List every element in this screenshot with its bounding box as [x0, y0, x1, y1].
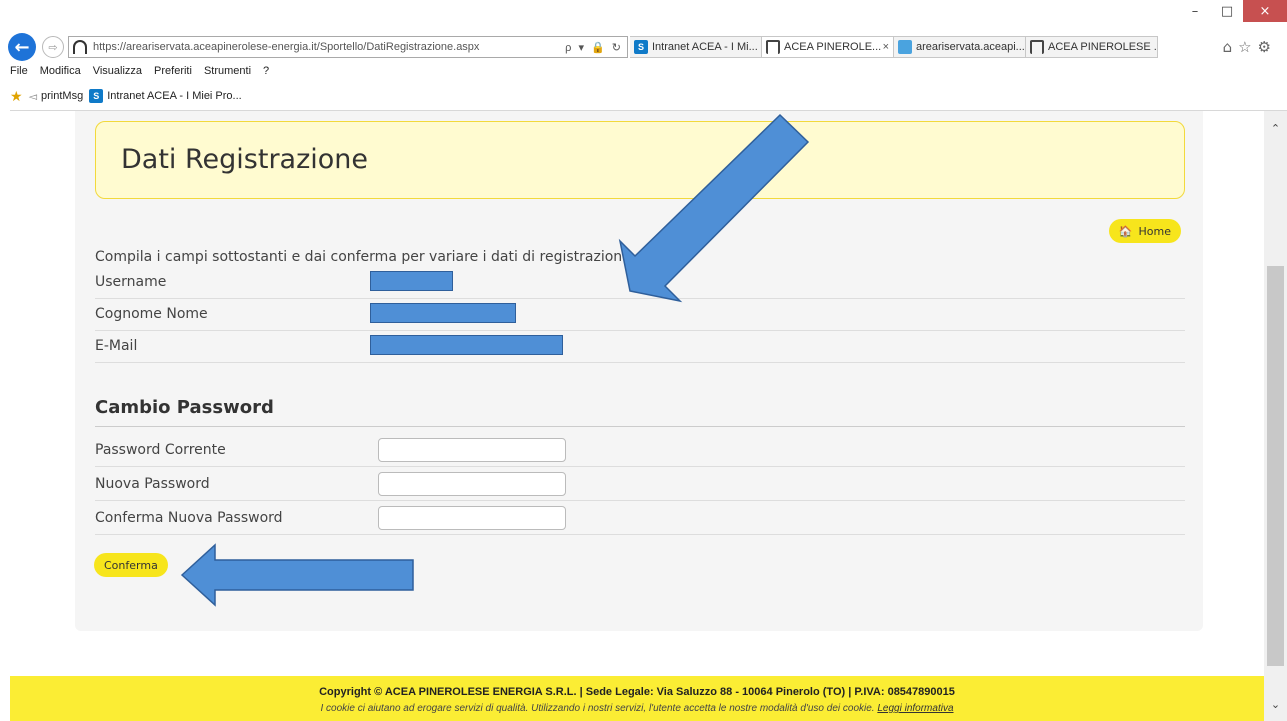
- browser-chrome: – □ × ← ⇨ https://areariservata.aceapine…: [0, 0, 1287, 112]
- tab-label: ACEA PINEROLESE ...: [1048, 41, 1158, 53]
- maximize-button[interactable]: □: [1211, 0, 1243, 22]
- favorite-intranet[interactable]: S Intranet ACEA - I Miei Pro...: [89, 89, 242, 103]
- acea-logo-icon: [766, 40, 780, 54]
- tab-intranet[interactable]: S Intranet ACEA - I Mi...: [630, 36, 762, 58]
- page-title: Dati Registrazione: [121, 144, 369, 175]
- field-label: E-Mail: [95, 338, 138, 354]
- field-label: Nuova Password: [95, 476, 210, 492]
- window-controls: – □ ×: [1179, 0, 1287, 30]
- field-label: Conferma Nuova Password: [95, 510, 283, 526]
- field-label: Username: [95, 274, 167, 290]
- menu-bar: File Modifica Visualizza Preferiti Strum…: [10, 65, 269, 81]
- home-icon[interactable]: ⌂: [1223, 38, 1233, 56]
- field-label: Password Corrente: [95, 442, 226, 458]
- row-nuova-password: Nuova Password: [95, 469, 1185, 501]
- cookie-text: I cookie ci aiutano ad erogare servizi d…: [320, 703, 875, 714]
- footer: Copyright © ACEA PINEROLESE ENERGIA S.R.…: [10, 676, 1264, 721]
- sharepoint-icon: S: [634, 40, 648, 54]
- field-label: Cognome Nome: [95, 306, 208, 322]
- current-password-input[interactable]: [378, 438, 566, 462]
- chevron-up-icon[interactable]: ⌃: [1264, 119, 1287, 137]
- page-icon: ◅: [28, 90, 38, 103]
- home-button[interactable]: 🏠 Home: [1108, 219, 1181, 243]
- menu-help[interactable]: ?: [263, 65, 269, 81]
- redaction-box: [370, 271, 453, 291]
- address-tools[interactable]: ρ ▾ 🔒 ↻: [565, 41, 623, 54]
- sharepoint-icon: S: [89, 89, 104, 103]
- row-password-corrente: Password Corrente: [95, 435, 1185, 467]
- address-url[interactable]: https://areariservata.aceapinerolese-ene…: [93, 41, 565, 53]
- confirm-button[interactable]: Conferma: [94, 553, 168, 577]
- home-icon: 🏠: [1118, 224, 1133, 238]
- menu-preferiti[interactable]: Preferiti: [154, 65, 192, 81]
- tab-strip: S Intranet ACEA - I Mi... ACEA PINEROLE.…: [630, 36, 1158, 58]
- acea-logo-icon: [1030, 40, 1044, 54]
- favorites-star-icon[interactable]: ☆: [1238, 38, 1251, 56]
- address-bar[interactable]: https://areariservata.aceapinerolese-ene…: [68, 36, 628, 58]
- section-title: Cambio Password: [95, 397, 1185, 427]
- content-panel: Dati Registrazione 🏠 Home Compila i camp…: [75, 111, 1203, 631]
- navigation-row: ← ⇨ https://areariservata.aceapinerolese…: [8, 33, 1279, 61]
- row-username: Username: [95, 267, 1185, 299]
- redaction-box: [370, 335, 563, 355]
- chevron-down-icon[interactable]: ⌄: [1264, 695, 1287, 713]
- menu-visualizza[interactable]: Visualizza: [93, 65, 142, 81]
- scroll-thumb[interactable]: [1267, 266, 1284, 666]
- tab-label: ACEA PINEROLE...: [784, 41, 882, 53]
- confirm-password-input[interactable]: [378, 506, 566, 530]
- footer-cookie-notice: I cookie ci aiutano ad erogare servizi d…: [10, 703, 1264, 714]
- menu-modifica[interactable]: Modifica: [40, 65, 81, 81]
- tab-label: areariservata.aceapi...: [916, 41, 1025, 53]
- favorites-bar: ★ ◅ printMsg S Intranet ACEA - I Miei Pr…: [10, 87, 242, 105]
- footer-copyright: Copyright © ACEA PINEROLESE ENERGIA S.R.…: [319, 686, 955, 698]
- site-logo-icon: [73, 40, 87, 54]
- menu-file[interactable]: File: [10, 65, 28, 81]
- browser-tools: ⌂ ☆ ⚙: [1223, 33, 1271, 61]
- favorite-label: printMsg: [41, 90, 84, 102]
- tab-acea-2[interactable]: ACEA PINEROLESE ...: [1026, 36, 1158, 58]
- new-password-input[interactable]: [378, 472, 566, 496]
- gear-icon[interactable]: ⚙: [1258, 38, 1271, 56]
- back-arrow-icon: ←: [14, 36, 30, 58]
- close-window-button[interactable]: ×: [1243, 0, 1287, 22]
- page-viewport: Dati Registrazione 🏠 Home Compila i camp…: [10, 111, 1264, 721]
- favorite-label: Intranet ACEA - I Miei Pro...: [107, 90, 242, 102]
- home-label: Home: [1138, 224, 1171, 238]
- tab-close-icon[interactable]: ×: [883, 41, 889, 53]
- row-cognome-nome: Cognome Nome: [95, 299, 1185, 331]
- title-box: Dati Registrazione: [95, 121, 1185, 199]
- vertical-scrollbar[interactable]: ⌃ ⌄: [1264, 111, 1287, 721]
- favorite-printmsg[interactable]: ◅ printMsg: [29, 90, 84, 103]
- menu-strumenti[interactable]: Strumenti: [204, 65, 251, 81]
- forward-arrow-icon: ⇨: [48, 40, 58, 54]
- tab-label: Intranet ACEA - I Mi...: [652, 41, 758, 53]
- tab-acea-active[interactable]: ACEA PINEROLE... ×: [762, 36, 894, 58]
- intro-text: Compila i campi sottostanti e dai confer…: [95, 249, 636, 265]
- cookie-info-link[interactable]: Leggi informativa: [877, 703, 953, 714]
- row-conferma-password: Conferma Nuova Password: [95, 503, 1185, 535]
- tab-areariservata[interactable]: areariservata.aceapi...: [894, 36, 1026, 58]
- redaction-box: [370, 303, 516, 323]
- favorites-star-icon[interactable]: ★: [10, 88, 23, 105]
- back-button[interactable]: ←: [8, 33, 36, 61]
- forward-button[interactable]: ⇨: [42, 36, 64, 58]
- minimize-button[interactable]: –: [1179, 0, 1211, 22]
- row-email: E-Mail: [95, 331, 1185, 363]
- ie-icon: [898, 40, 912, 54]
